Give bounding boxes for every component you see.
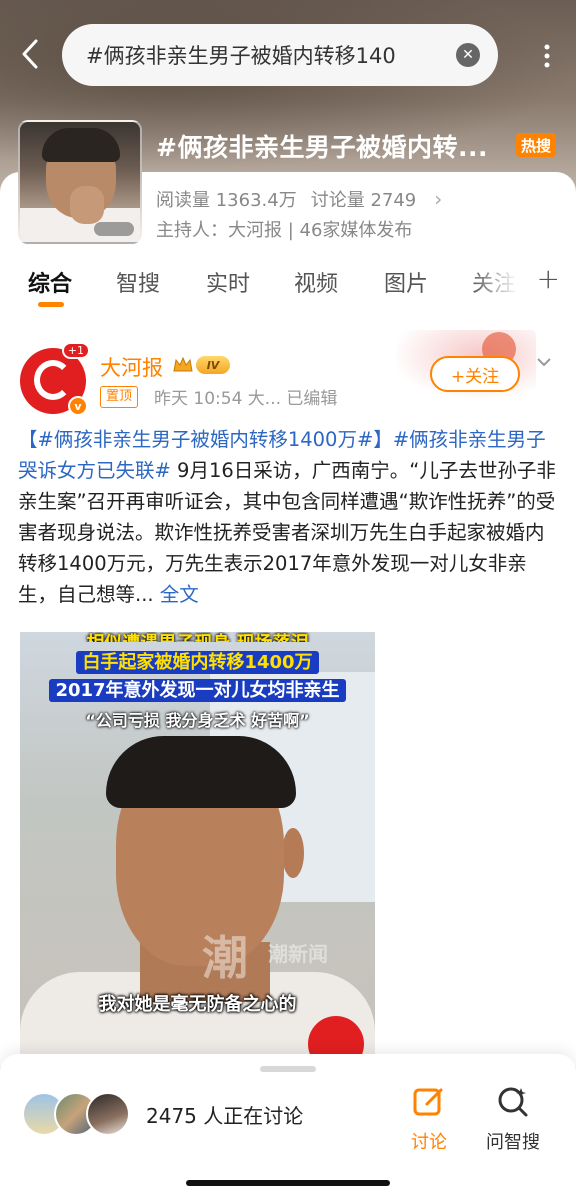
tab-comprehensive[interactable]: 综合 [28, 266, 72, 298]
avatar-plus-badge: +1 [61, 342, 90, 359]
topic-title: #俩孩非亲生男子被婚内转... [156, 133, 488, 162]
tab-images[interactable]: 图片 [384, 266, 428, 298]
search-icon [498, 1087, 528, 1117]
video-thumbnail[interactable]: 相似遭遇男子现身 现场落泪 白手起家被婚内转移1400万 2017年意外发现一对… [20, 632, 375, 1062]
video-caption-2: 白手起家被婚内转移1400万 [20, 650, 375, 676]
read-count: 阅读量 1363.4万 [156, 190, 297, 211]
follow-button[interactable]: +关注 [430, 356, 520, 392]
discuss-button[interactable]: 讨论 [394, 1084, 464, 1154]
video-caption-4: “公司亏损 我分身乏术 好苦啊” [85, 711, 310, 730]
crown-icon [173, 356, 193, 372]
expand-full-text-link[interactable]: 全文 [154, 583, 199, 606]
ask-smart-search-button[interactable]: 问智搜 [478, 1084, 548, 1154]
chevron-down-icon[interactable] [534, 352, 556, 374]
avatar[interactable]: +1 v [20, 342, 90, 416]
topic-link-1[interactable]: 【#俩孩非亲生男子被婚内转移1400万#】 [18, 428, 393, 451]
watermark-text: 潮新闻 [268, 942, 328, 966]
more-options-button[interactable] [534, 43, 560, 69]
more-dots-icon [544, 44, 550, 68]
chevron-right-icon: › [434, 187, 443, 211]
topic-stats[interactable]: 阅读量 1363.4万 讨论量 2749 › [156, 186, 456, 212]
post-meta: 昨天 10:54 大... 已编辑 [154, 389, 338, 409]
search-input[interactable]: #俩孩非亲生男子被婚内转移140 ✕ [62, 24, 498, 86]
hot-search-badge: 热搜 [516, 133, 556, 157]
back-button[interactable] [12, 34, 48, 74]
tab-video[interactable]: 视频 [294, 266, 338, 298]
tab-realtime[interactable]: 实时 [206, 266, 250, 298]
bottom-discussion-bar: 2475 人正在讨论 讨论 问智搜 [0, 1054, 576, 1200]
video-caption-3: 2017年意外发现一对儿女均非亲生 [20, 678, 375, 704]
active-discussion-count[interactable]: 2475 人正在讨论 [146, 1100, 303, 1129]
chevron-left-icon [22, 39, 38, 69]
tab-bar: 综合 智搜 实时 视频 图片 关注 + [0, 262, 576, 312]
pinned-badge: 置顶 [100, 386, 139, 408]
clear-search-icon[interactable]: ✕ [456, 43, 480, 67]
drag-handle[interactable] [260, 1066, 316, 1072]
author-name[interactable]: 大河报 [100, 352, 163, 382]
video-subtitle: 我对她是毫无防备之心的 [98, 994, 297, 1015]
post-card: +1 v 大河报 IV 置顶 昨天 10:54 大... 已编辑 +关注 【#俩… [0, 326, 576, 1066]
video-caption-1: 相似遭遇男子现身 现场落泪 [26, 632, 369, 642]
home-indicator [186, 1180, 390, 1186]
active-tab-indicator [38, 302, 64, 307]
topic-thumbnail[interactable] [18, 120, 142, 244]
verified-icon: v [68, 396, 88, 416]
member-level-badge: IV [172, 354, 232, 376]
search-bar: #俩孩非亲生男子被婚内转移140 ✕ [0, 24, 576, 86]
avatar [86, 1092, 130, 1136]
tab-smart-search[interactable]: 智搜 [116, 266, 160, 298]
search-query-text: #俩孩非亲生男子被婚内转移140 [86, 44, 396, 68]
edit-icon [413, 1088, 443, 1116]
topic-host: 主持人：大河报 | 46家媒体发布 [156, 220, 413, 241]
watermark: 潮 [202, 931, 248, 985]
discussion-count: 讨论量 2749 [310, 190, 417, 211]
post-body: 【#俩孩非亲生男子被婚内转移1400万#】#俩孩非亲生男子哭诉女方已失联# 9月… [18, 424, 558, 610]
add-tab-icon[interactable]: + [537, 262, 560, 295]
